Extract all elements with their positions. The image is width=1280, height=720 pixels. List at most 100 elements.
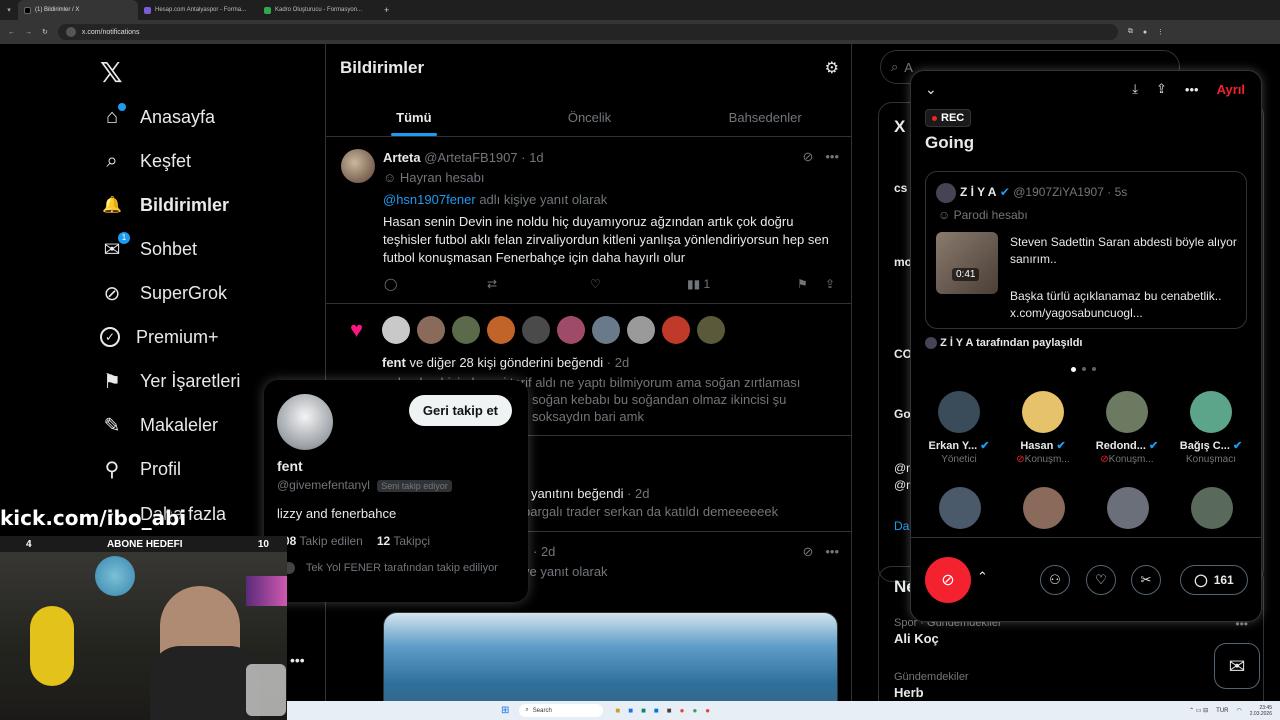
nav-item-bookmarks[interactable]: ⚑ Yer İşaretleri (100, 366, 240, 396)
extensions-icon[interactable]: ⧉ (1128, 28, 1133, 36)
account-more-icon[interactable]: ••• (290, 652, 305, 668)
trend-name[interactable]: Ali Koç (894, 631, 939, 646)
share-icon[interactable]: ⇪ (825, 277, 835, 291)
messages-drawer-button[interactable]: ✉ (1214, 643, 1260, 689)
chevron-up-icon[interactable]: ⌃ (977, 569, 988, 585)
windows-start-icon[interactable]: ⊞ (501, 705, 509, 716)
partial-link[interactable]: Da (894, 519, 909, 533)
clip-button[interactable]: ✂ (1131, 565, 1161, 595)
browser-tab[interactable]: (1) Bildirimler / X (18, 0, 138, 20)
wifi-icon[interactable]: ◠ (1237, 707, 1242, 714)
views-button[interactable]: ▮▮ 1 (687, 277, 797, 291)
trend-name[interactable]: Herb (894, 685, 924, 700)
like-icon[interactable]: ♡ (590, 277, 687, 291)
speaker[interactable]: Hasan ✔ ⊘Konuşm... (1003, 391, 1083, 465)
nav-item-chat[interactable]: ✉ 1 Sohbet (100, 232, 197, 264)
goal-label: ABONE HEDEFI (106, 538, 183, 550)
more-icon[interactable]: ••• (1185, 82, 1199, 97)
muted-mic-icon: ⊘ (1016, 454, 1025, 465)
people-button[interactable]: ⚇ (1040, 565, 1070, 595)
new-tab-button[interactable]: + (384, 5, 389, 15)
x-logo-icon[interactable]: 𝕏 (100, 56, 123, 89)
tab-priority[interactable]: Öncelik (502, 99, 678, 136)
liker-avatar[interactable] (627, 316, 655, 344)
avatar (1106, 391, 1148, 433)
avatar[interactable] (277, 394, 333, 450)
site-info-icon[interactable] (65, 27, 76, 37)
post-time: · 2d (533, 544, 556, 559)
followers-count-link[interactable]: 12 Takipçi (377, 534, 430, 548)
browser-tab[interactable]: Kadro Oluşturucu - Formasyon... (258, 0, 378, 20)
grok-icon[interactable]: ⊘ (802, 149, 813, 165)
repost-icon[interactable]: ⇄ (487, 277, 590, 291)
reload-icon[interactable]: ↻ (42, 28, 48, 36)
video-thumbnail[interactable]: 0:41 (936, 232, 998, 294)
browser-menu-icon[interactable]: ⋮ (1157, 28, 1164, 36)
profile-name[interactable]: fent (277, 458, 303, 474)
follow-back-button[interactable]: Geri takip et (408, 395, 512, 426)
liker-avatar[interactable] (522, 316, 550, 344)
speaker[interactable]: Bağış C... ✔ Konuşmacı (1171, 391, 1251, 465)
chevron-down-icon[interactable]: ⌄ (925, 81, 937, 98)
liker-avatar[interactable] (557, 316, 585, 344)
nav-item-premium[interactable]: ✓ Premium+ (100, 322, 219, 352)
more-icon[interactable]: ••• (825, 544, 839, 560)
avatar (936, 183, 956, 203)
forward-icon[interactable]: → (25, 29, 32, 36)
liker-avatar[interactable] (697, 316, 725, 344)
tab-all[interactable]: Tümü (326, 99, 502, 136)
nav-item-notifications[interactable]: 🔔 Bildirimler (100, 190, 229, 220)
author-handle[interactable]: @ArtetaFB1907 (424, 150, 517, 165)
bookmark-icon[interactable]: ⚑ (797, 277, 825, 291)
box-title: X (894, 117, 906, 136)
gear-icon[interactable]: ⚙ (825, 58, 839, 78)
avatar[interactable] (341, 149, 375, 183)
tab-mentions[interactable]: Bahsedenler (677, 99, 851, 136)
mask-icon: ☺ (938, 208, 951, 222)
profile-icon[interactable]: ● (1143, 29, 1147, 36)
share-icon[interactable]: ⇪ (1156, 81, 1167, 97)
more-icon[interactable]: ••• (825, 149, 839, 165)
speaker[interactable]: Erkan Y... ✔ Yönetici (919, 391, 999, 465)
nav-item-explore[interactable]: ⌕ Keşfet (100, 146, 191, 176)
url-field[interactable]: x.com/notifications (57, 24, 1118, 40)
reply-mention-link[interactable]: @hsn1907fener (383, 192, 476, 207)
liker-avatar[interactable] (417, 316, 445, 344)
clock[interactable]: 23:45 2.03.2026 (1250, 705, 1272, 717)
reaction-button[interactable]: ♡ (1086, 565, 1116, 595)
author-name[interactable]: Arteta (383, 150, 421, 165)
grok-icon[interactable]: ⊘ (802, 544, 813, 560)
mic-off-button[interactable]: ⊘ (925, 557, 971, 603)
back-icon[interactable]: ← (8, 29, 15, 36)
liker-avatar[interactable] (452, 316, 480, 344)
minimize-icon[interactable]: ⤓ (1132, 81, 1138, 97)
tab-title: (1) Bildirimler / X (35, 7, 80, 13)
speaker[interactable]: Redond... ✔ ⊘Konuşm... (1087, 391, 1167, 465)
leave-button[interactable]: Ayrıl (1217, 82, 1245, 97)
liker-name[interactable]: fent (382, 355, 406, 370)
liker-avatar[interactable] (487, 316, 515, 344)
taskbar-search[interactable]: ⌕ Search (519, 704, 604, 717)
tray-icons[interactable]: ⌃ ▭ ⊟ (1189, 707, 1208, 714)
nav-item-articles[interactable]: ✎ Makaleler (100, 410, 218, 440)
liker-avatar[interactable] (662, 316, 690, 344)
nav-item-supergrok[interactable]: ⊘ SuperGrok (100, 278, 227, 308)
liker-avatar[interactable] (592, 316, 620, 344)
pinned-tweet-card[interactable]: Z İ Y A ✔ @1907ZiYA1907 · 5s ☺ Parodi he… (925, 171, 1247, 329)
tab-menu-icon[interactable]: ▾ (0, 6, 18, 14)
screen-glow (246, 576, 287, 606)
taskbar-apps[interactable]: ■ ■ ■ ■ ■ ● ● ● (615, 706, 710, 715)
profile-handle[interactable]: @givemefentanyl (277, 478, 370, 492)
following-count-link[interactable]: 08 Takip edilen (283, 534, 363, 548)
nav-item-home[interactable]: ⌂ Anasayfa (100, 102, 215, 132)
nav-item-profile[interactable]: ⚲ Profil (100, 454, 181, 484)
grok-icon: ⊘ (103, 282, 121, 305)
liker-avatar[interactable] (382, 316, 410, 344)
browser-tab[interactable]: Hesap.com Antalyaspor - Forma... (138, 0, 258, 20)
comments-button[interactable]: ◯ 161 (1180, 565, 1248, 595)
keyboard-language[interactable]: TUR (1216, 708, 1228, 714)
reply-icon[interactable]: ◯ (384, 277, 487, 291)
notification-excerpt: pargalı trader serkan da katıldı demeeee… (523, 504, 779, 519)
notification-post[interactable]: Arteta @ArtetaFB1907 · 1d ⊘ ••• ☺ Hayran… (326, 137, 851, 304)
heart-icon: ♥ (350, 317, 364, 342)
